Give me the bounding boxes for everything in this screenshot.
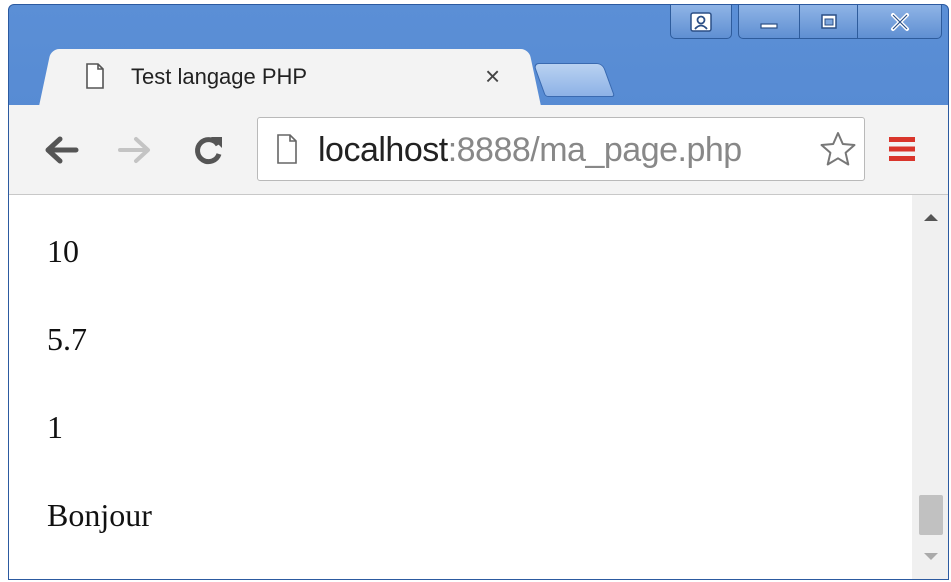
minimize-icon: [760, 22, 778, 29]
address-bar[interactable]: localhost:8888/ma_page.php: [257, 117, 865, 181]
page-content: 10 5.7 1 Bonjour: [9, 195, 948, 579]
window-controls: [738, 5, 942, 39]
window-caption-buttons: [670, 5, 942, 45]
back-arrow-icon[interactable]: [43, 135, 79, 165]
minimize-button[interactable]: [738, 5, 800, 39]
output-line: Bonjour: [47, 497, 152, 533]
page-info-icon[interactable]: [276, 134, 298, 164]
close-icon: [890, 12, 909, 31]
new-tab-button[interactable]: [532, 63, 616, 97]
output-line: 1: [47, 409, 63, 445]
maximize-button[interactable]: [800, 5, 858, 39]
user-profile-button[interactable]: [670, 5, 732, 39]
maximize-icon: [820, 13, 837, 29]
scroll-up-arrow-icon[interactable]: [922, 211, 940, 223]
page-icon: [86, 63, 104, 89]
output-line: 10: [47, 233, 79, 269]
output-line: 5.7: [47, 321, 87, 357]
close-window-button[interactable]: [858, 5, 942, 39]
user-icon: [690, 11, 712, 32]
tab-close-icon[interactable]: ×: [485, 63, 500, 89]
url-host: localhost: [318, 131, 448, 169]
reload-icon[interactable]: [191, 133, 225, 167]
forward-arrow-icon[interactable]: [117, 135, 153, 165]
browser-window: Test langage PHP × localhost:8888/ma_pag…: [8, 4, 949, 580]
active-tab[interactable]: Test langage PHP ×: [55, 49, 525, 107]
scroll-down-arrow-icon[interactable]: [922, 551, 940, 563]
tab-title: Test langage PHP: [131, 64, 308, 89]
url-path: :8888/ma_page.php: [447, 131, 742, 169]
menu-icon[interactable]: [887, 134, 917, 164]
scrollbar-thumb[interactable]: [919, 495, 943, 535]
browser-toolbar: localhost:8888/ma_page.php: [9, 105, 948, 195]
bookmark-star-icon[interactable]: [818, 130, 858, 168]
url-text[interactable]: localhost:8888/ma_page.php: [318, 131, 742, 170]
vertical-scrollbar[interactable]: [912, 195, 948, 579]
